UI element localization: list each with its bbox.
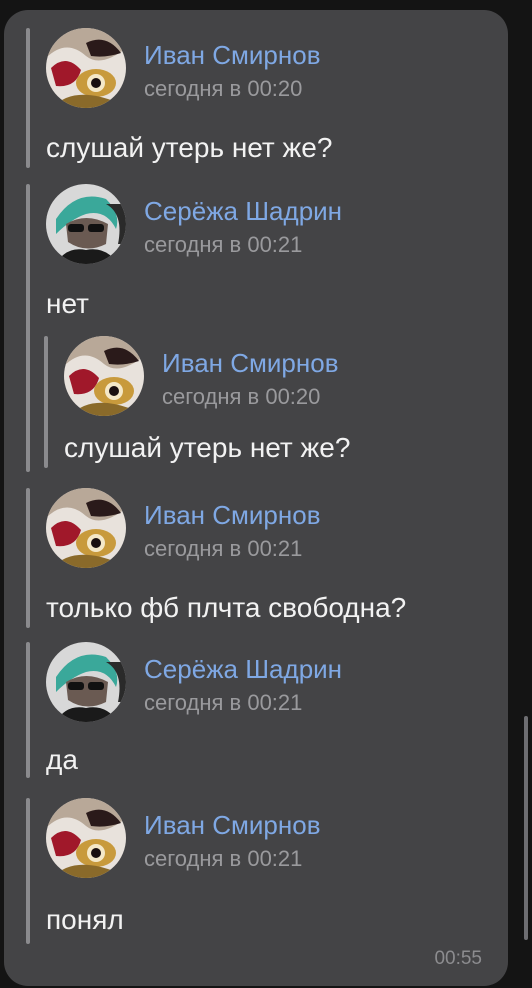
message-text: нет: [46, 288, 89, 319]
sender-name[interactable]: Иван Смирнов: [144, 40, 321, 71]
message-time: сегодня в 00:20: [162, 384, 321, 409]
message-text: слушай утерь нет же?: [46, 132, 333, 163]
forwarded-message[interactable]: Иван Смирнов сегодня в 00:21 только фб п…: [26, 488, 496, 628]
message-time: сегодня в 00:21: [144, 846, 303, 871]
serezha-avatar[interactable]: [46, 642, 126, 722]
serezha-avatar[interactable]: [46, 184, 126, 264]
forwarded-message[interactable]: Серёжа Шадрин сегодня в 00:21 да: [26, 642, 496, 778]
sender-name[interactable]: Иван Смирнов: [162, 348, 339, 379]
ivan-avatar[interactable]: [64, 336, 144, 416]
forward-bar: [26, 798, 30, 944]
forward-bar: [26, 488, 30, 628]
forwarded-message[interactable]: Иван Смирнов сегодня в 00:21 понял: [26, 798, 496, 944]
message-text: только фб плчта свободна?: [46, 592, 407, 623]
message-text: понял: [46, 904, 124, 935]
message-text: да: [46, 744, 78, 775]
ivan-avatar[interactable]: [46, 798, 126, 878]
sender-name[interactable]: Иван Смирнов: [144, 500, 321, 531]
message-time: сегодня в 00:20: [144, 76, 303, 101]
forward-bar: [26, 28, 30, 168]
forward-bar: [26, 184, 30, 472]
message-text: слушай утерь нет же?: [64, 432, 351, 463]
message-time: сегодня в 00:21: [144, 536, 303, 561]
sender-name[interactable]: Серёжа Шадрин: [144, 654, 342, 685]
sender-name[interactable]: Серёжа Шадрин: [144, 196, 342, 227]
ivan-avatar[interactable]: [46, 28, 126, 108]
scrollbar[interactable]: [524, 716, 528, 940]
forwarded-message[interactable]: Иван Смирнов сегодня в 00:20 слушай утер…: [26, 28, 496, 168]
message-time: сегодня в 00:21: [144, 690, 303, 715]
message-time: сегодня в 00:21: [144, 232, 303, 257]
bubble-timestamp: 00:55: [434, 948, 482, 969]
quote-bar: [44, 336, 48, 468]
forward-bar: [26, 642, 30, 778]
sender-name[interactable]: Иван Смирнов: [144, 810, 321, 841]
quoted-message[interactable]: Иван Смирнов сегодня в 00:20 слушай утер…: [44, 336, 484, 468]
message-bubble[interactable]: Иван Смирнов сегодня в 00:20 слушай утер…: [4, 10, 508, 986]
forwarded-message[interactable]: Серёжа Шадрин сегодня в 00:21 нет Иван С…: [26, 184, 496, 472]
ivan-avatar[interactable]: [46, 488, 126, 568]
